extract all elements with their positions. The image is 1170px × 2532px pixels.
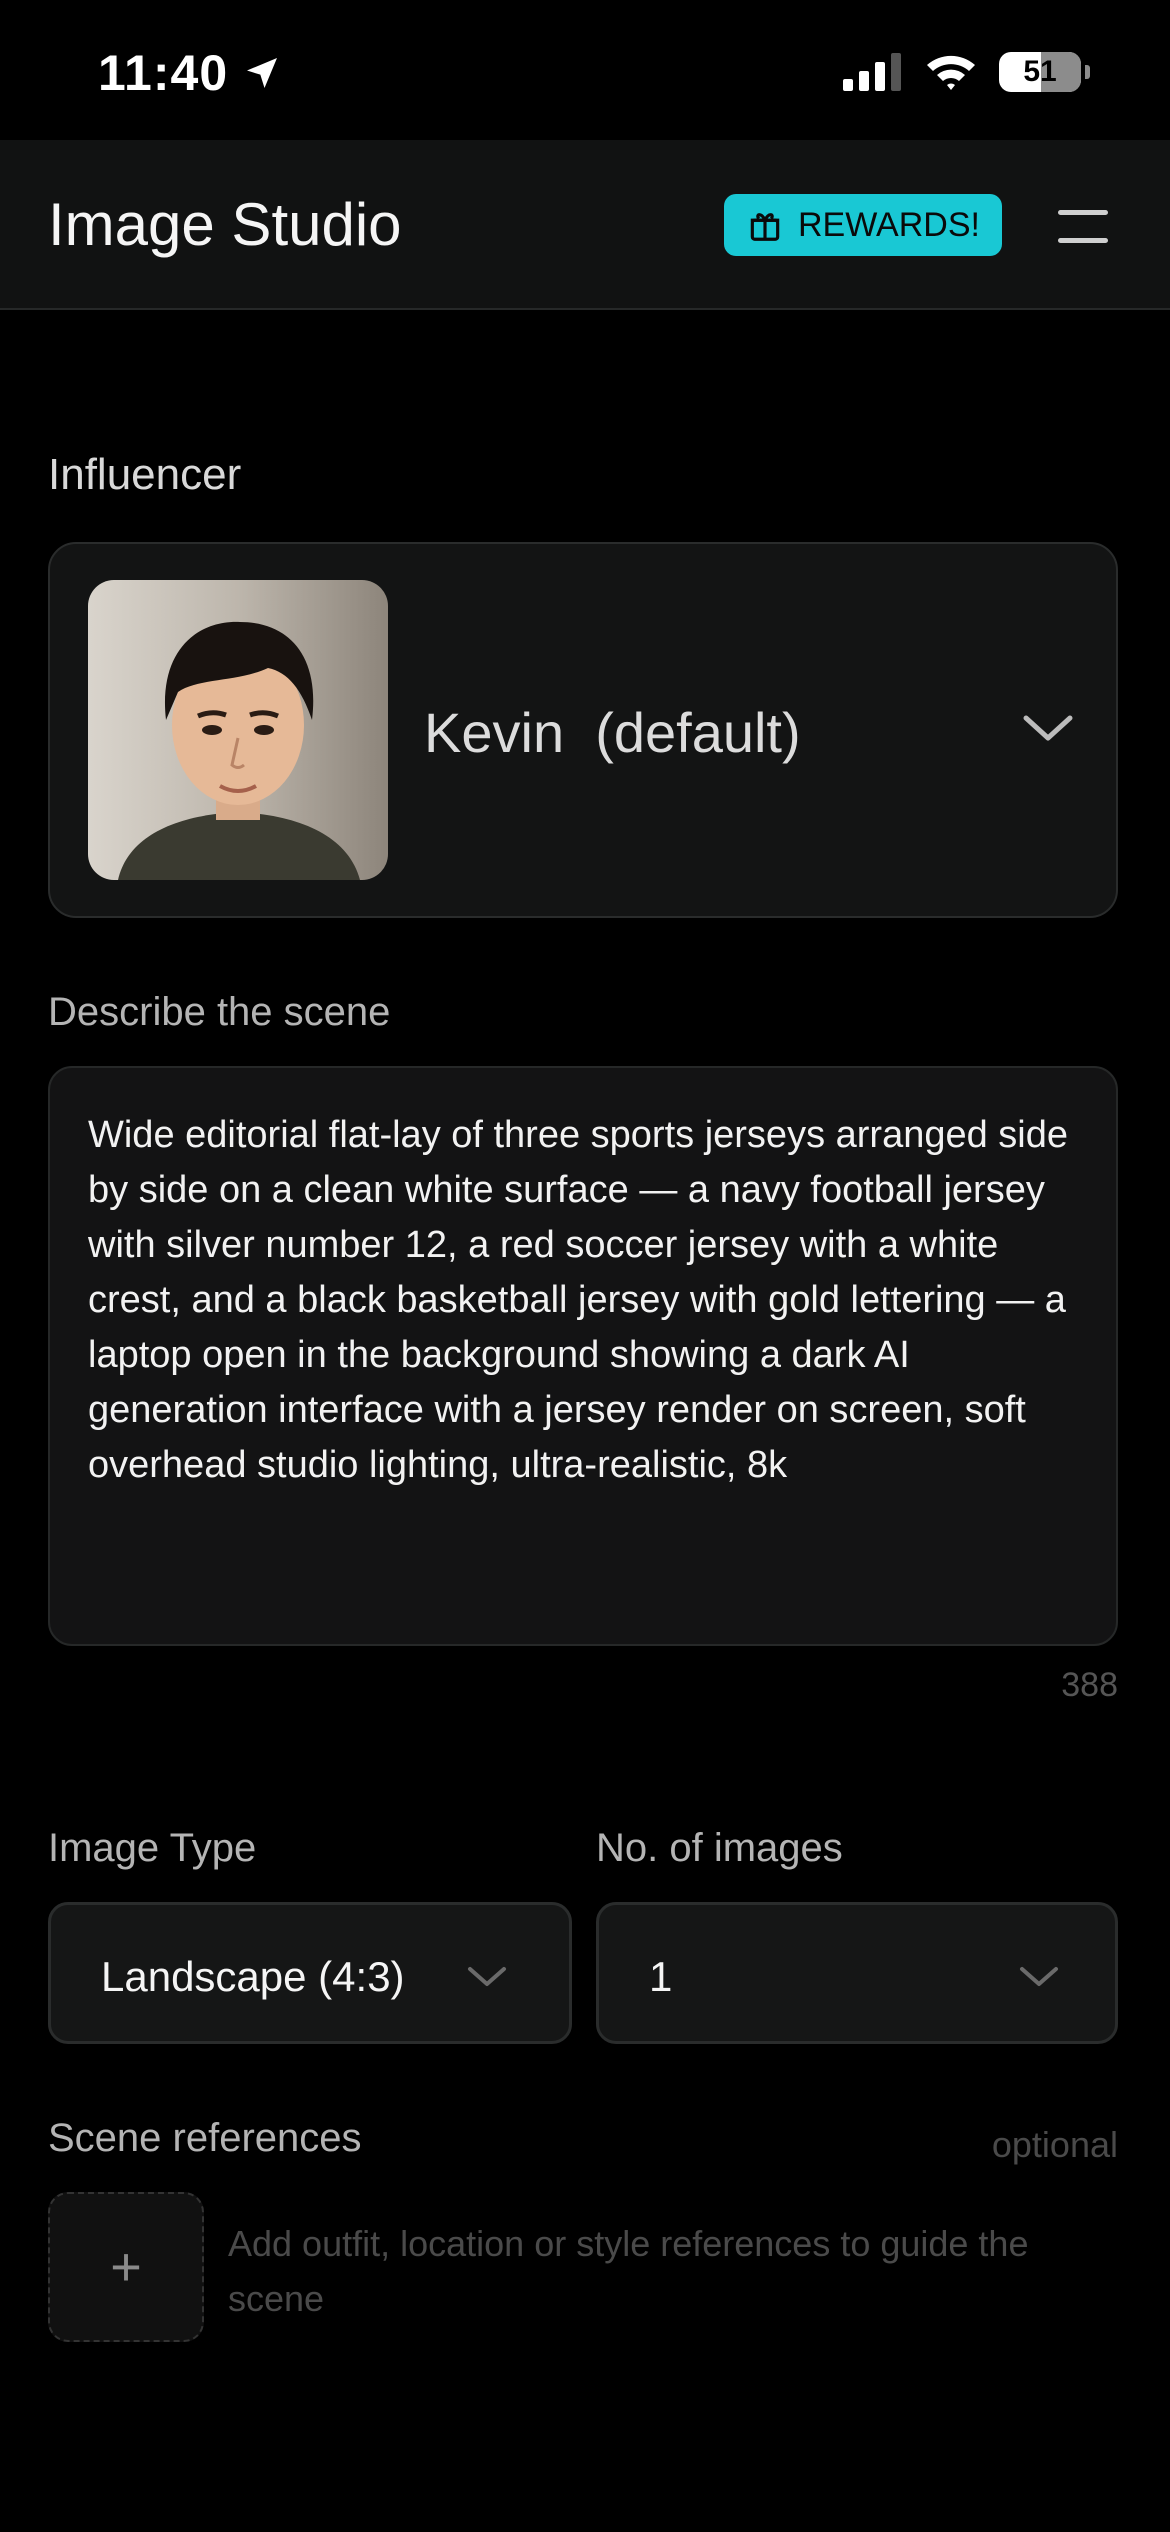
image-type-select[interactable]: Landscape (4:3): [48, 1902, 572, 2044]
num-images-label: No. of images: [596, 1826, 843, 1870]
wifi-icon: [927, 55, 975, 90]
battery-tip: [1085, 65, 1090, 79]
character-count: 388: [1061, 1666, 1118, 1704]
rewards-label: REWARDS!: [798, 205, 980, 244]
image-type-label: Image Type: [48, 1826, 257, 1870]
scene-label: Describe the scene: [48, 990, 391, 1034]
status-time-text: 11:40: [98, 45, 229, 101]
influencer-name: Kevin (default): [424, 701, 801, 764]
influencer-section-label: Influencer: [48, 450, 242, 499]
scene-description-input[interactable]: Wide editorial flat-lay of three sports …: [48, 1066, 1118, 1646]
reference-hint: Add outfit, location or style references…: [228, 2223, 1029, 2319]
battery-level: 51: [1023, 55, 1057, 88]
battery-icon: 51: [999, 52, 1081, 92]
chevron-down-icon: [1020, 1967, 1058, 1986]
num-images-select[interactable]: 1: [596, 1902, 1118, 2044]
plus-icon: +: [110, 2237, 142, 2297]
avatar: [88, 580, 388, 880]
image-type-value: Landscape (4:3): [101, 1953, 405, 2000]
scene-references-label: Scene references: [48, 2116, 362, 2160]
location-arrow-icon: [247, 58, 278, 88]
app-header: Image Studio REWARDS!: [0, 140, 1170, 310]
chevron-down-icon: [1023, 715, 1073, 741]
signal-icon: [843, 53, 901, 91]
scene-description-text: Wide editorial flat-lay of three sports …: [88, 1114, 1069, 1486]
rewards-button[interactable]: REWARDS!: [724, 194, 1002, 256]
num-images-value: 1: [649, 1953, 673, 2000]
add-reference-button[interactable]: +: [48, 2192, 204, 2342]
status-bar: 11:40 51: [0, 0, 1170, 140]
optional-tag: optional: [991, 2124, 1118, 2165]
status-time: 11:40: [98, 44, 282, 102]
page-title: Image Studio: [48, 191, 402, 258]
menu-icon[interactable]: [1058, 206, 1112, 246]
chevron-down-icon: [468, 1967, 506, 1986]
gift-icon: [750, 213, 780, 241]
influencer-selector[interactable]: Kevin (default): [48, 542, 1118, 918]
